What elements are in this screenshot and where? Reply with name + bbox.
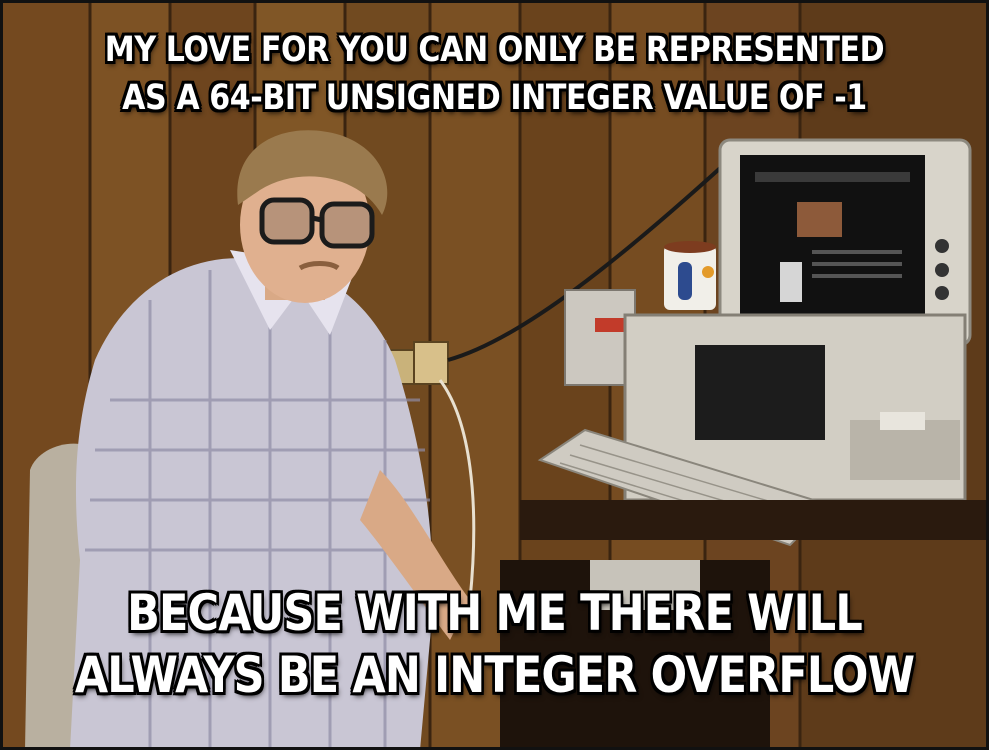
top-caption-line-1: MY LOVE FOR YOU CAN ONLY BE REPRESENTED (104, 30, 885, 70)
top-caption-line-2: AS A 64-BIT UNSIGNED INTEGER VALUE OF -1 (122, 78, 867, 118)
meme-image: MY LOVE FOR YOU CAN ONLY BE REPRESENTED … (0, 0, 989, 750)
bottom-caption: BECAUSE WITH ME THERE WILL ALWAYS BE AN … (69, 582, 920, 706)
top-caption: MY LOVE FOR YOU CAN ONLY BE REPRESENTED … (69, 26, 920, 122)
bottom-caption-line-2: ALWAYS BE AN INTEGER OVERFLOW (74, 646, 915, 704)
mug (664, 241, 716, 310)
bottom-caption-line-1: BECAUSE WITH ME THERE WILL (127, 584, 863, 642)
